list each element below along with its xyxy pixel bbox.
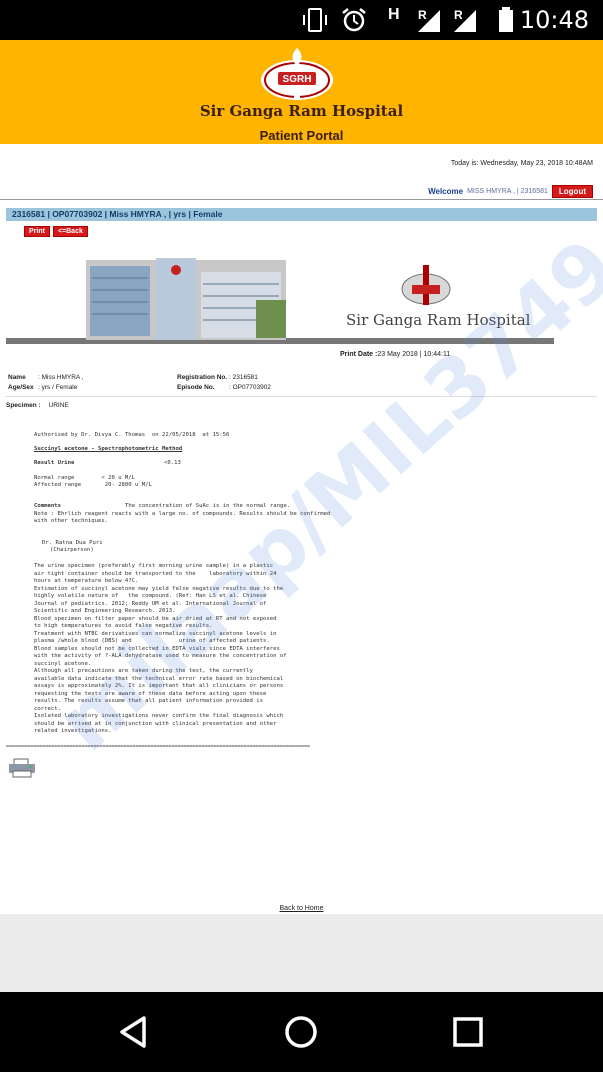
hospital-name: Sir Ganga Ram Hospital — [199, 102, 404, 120]
agesex-row: Age/Sex — [8, 384, 34, 391]
report-note-line: highly volatile nature of the compound. … — [34, 593, 267, 599]
today-date: Today is: Wednesday, May 23, 2018 10:48A… — [450, 160, 593, 167]
home-nav-icon[interactable] — [283, 1014, 319, 1050]
print-date: Print Date :23 May 2018 | 10:44:11 — [340, 351, 450, 358]
report-note-line: Scientific and Engineering Research. 201… — [34, 608, 176, 614]
specimen-label: Specimen : — [6, 402, 41, 409]
report-test-name: Succinyl acetone - Spectrophotometric Me… — [34, 446, 183, 452]
divider — [6, 396, 597, 397]
signal-icon — [418, 10, 440, 32]
name-label: Name — [8, 374, 26, 381]
welcome-bar: Welcome MISS HMYRA , | 2316581 Logout — [428, 185, 593, 198]
hospital-building-banner — [6, 258, 554, 344]
report-note-line: plasma /whole blood (DBS) and urine of a… — [34, 638, 270, 644]
separator-line: ========================================… — [6, 744, 311, 750]
alarm-icon — [342, 8, 366, 32]
back-to-home-link[interactable]: Back to Home — [0, 905, 603, 912]
battery-icon — [499, 7, 513, 32]
report-note-line: Isolated laboratory investigations never… — [34, 713, 284, 719]
registration-row: Registration No. — [177, 374, 227, 381]
report-note-line: available data indicate that the technic… — [34, 675, 284, 682]
patient-summary-bar: 2316581 | OP07703902 | Miss HMYRA , | yr… — [6, 208, 597, 221]
episode-row: Episode No. — [177, 384, 215, 391]
recents-nav-icon[interactable] — [450, 1014, 486, 1050]
report-note-line: correct. — [34, 705, 61, 712]
name-row: Name — [8, 374, 26, 381]
registration-value: : 2316581 — [229, 374, 258, 381]
report-note-line: results. The results assume that all pat… — [34, 698, 264, 704]
result-value: <0.13 — [164, 460, 181, 466]
episode-value: : OP07703902 — [229, 384, 271, 391]
logout-button[interactable]: Logout — [551, 185, 593, 198]
report-note-line: Although all precautions are taken durin… — [34, 668, 253, 674]
back-button[interactable]: <=Back — [52, 226, 88, 237]
banner-hospital-logo — [401, 265, 451, 305]
signal-icon — [454, 10, 476, 32]
portal-header: SGRH Sir Ganga Ram Hospital Patient Port… — [0, 40, 603, 144]
specimen-row: Specimen : URINE — [6, 402, 69, 409]
comments-line-3: with other techniques. — [34, 518, 109, 524]
report-note-line: to high temperatures to avoid false nega… — [34, 623, 213, 629]
report-note-line: Treatment with NTBC derivatives can norm… — [34, 630, 277, 637]
agesex-value: : yrs / Female — [38, 384, 78, 391]
welcome-user: MISS HMYRA , | 2316581 — [467, 188, 548, 195]
specimen-value: URINE — [48, 402, 69, 409]
name-value: : Miss HMYRA , — [38, 374, 84, 381]
report-note-line: Journal of pediatrics. 2012; Reddy UM et… — [34, 600, 267, 607]
report-note-line: with the activity of ?-ALA dehydratase u… — [34, 653, 287, 659]
result-label: Result Urine — [34, 460, 75, 466]
affected-range: Affected range 20- 2800 u M/L — [34, 482, 152, 488]
logo-text: SGRH — [283, 74, 312, 85]
report-note-line: Blood specimen on filter paper should be… — [34, 615, 277, 622]
report-note-line: succinyl acetone. — [34, 660, 92, 667]
report-note-line: should be arrived at in conjunction with… — [34, 720, 277, 727]
page-footer-area — [0, 914, 603, 992]
divider — [0, 199, 603, 200]
print-button[interactable]: Print — [24, 226, 50, 237]
comments-label: Comments — [34, 503, 61, 509]
vibrate-icon — [303, 8, 327, 32]
clock: 10:48 — [519, 6, 589, 34]
registration-label: Registration No. — [177, 374, 228, 381]
welcome-label: Welcome — [428, 187, 464, 196]
hospital-logo: SGRH — [261, 48, 333, 100]
print-date-value: 23 May 2018 | 10:44:11 — [377, 351, 451, 358]
printer-icon[interactable] — [8, 758, 36, 778]
back-nav-icon[interactable] — [116, 1014, 152, 1050]
report-note-line: Blood samples should not be collected in… — [34, 645, 280, 652]
action-buttons: Print <=Back — [24, 226, 88, 237]
android-nav-bar — [0, 992, 603, 1072]
print-date-label: Print Date : — [340, 351, 378, 358]
report-note-line: related investigations. — [34, 728, 112, 734]
report-authorised: Authorised by Dr. Divya C. Thomas on 22/… — [34, 432, 230, 438]
report-note-line: assays is approximately 2%. It is import… — [34, 683, 284, 689]
status-bar: H R R 10:48 — [0, 0, 603, 40]
comments-line-1: The concentration of SuAc is in the norm… — [88, 503, 291, 509]
report-note-line: hours at temperature below 4?C. — [34, 578, 139, 584]
report-note-line: Estimation of succinyl acetone may yield… — [34, 585, 284, 592]
portal-title: Patient Portal — [259, 128, 344, 143]
report-note-line: requesting the tests are aware of these … — [34, 690, 267, 697]
report-note-line: The urine specimen (preferably first mor… — [34, 563, 274, 569]
episode-label: Episode No. — [177, 384, 215, 391]
banner-hospital-name: Sir Ganga Ram Hospital — [346, 311, 531, 329]
doctor-role: (Chairperson) — [50, 547, 94, 553]
report-note-line: air tight container should be transporte… — [34, 570, 277, 577]
agesex-label: Age/Sex — [8, 384, 34, 391]
data-type-label: H — [388, 6, 400, 23]
